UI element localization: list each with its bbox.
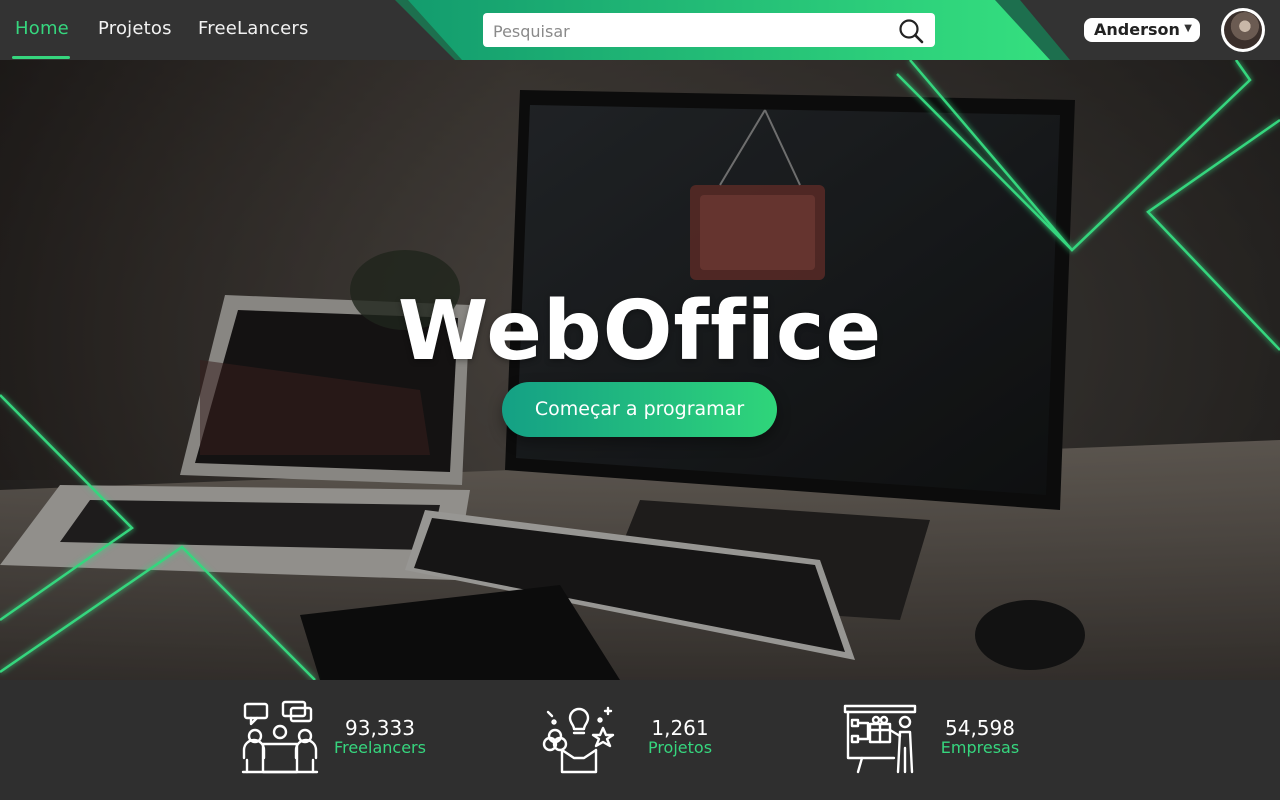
empresas-count: 54,598 [945, 716, 1015, 740]
empresas-label: Empresas [940, 738, 1020, 757]
top-navbar: Home Projetos FreeLancers Anderson ▼ [0, 0, 1280, 60]
meeting-people-icon [241, 700, 319, 774]
projetos-label: Projetos [647, 738, 713, 757]
avatar-photo [1224, 11, 1262, 49]
hero-section: WebOffice Começar a programar [0, 60, 1280, 680]
search-bar [483, 13, 935, 47]
nav-freelancers[interactable]: FreeLancers [198, 18, 309, 39]
user-dropdown[interactable]: Anderson ▼ [1084, 18, 1200, 42]
user-name: Anderson [1094, 20, 1180, 39]
idea-box-icon [542, 706, 615, 774]
stats-bar: 93,333 Freelancers 1,261 Projetos 54,598… [0, 680, 1280, 800]
search-input[interactable] [491, 19, 885, 43]
start-programming-button[interactable]: Começar a programar [502, 382, 777, 437]
caret-down-icon: ▼ [1184, 23, 1192, 34]
hero-title: WebOffice [397, 284, 883, 379]
projetos-count: 1,261 [651, 716, 709, 740]
freelancers-count: 93,333 [345, 716, 415, 740]
presentation-board-icon [843, 704, 917, 774]
nav-home[interactable]: Home [15, 18, 69, 39]
search-icon[interactable] [897, 17, 925, 45]
nav-projetos[interactable]: Projetos [98, 18, 172, 39]
nav-active-indicator [12, 56, 70, 59]
freelancers-label: Freelancers [334, 738, 426, 757]
user-avatar[interactable] [1221, 8, 1265, 52]
